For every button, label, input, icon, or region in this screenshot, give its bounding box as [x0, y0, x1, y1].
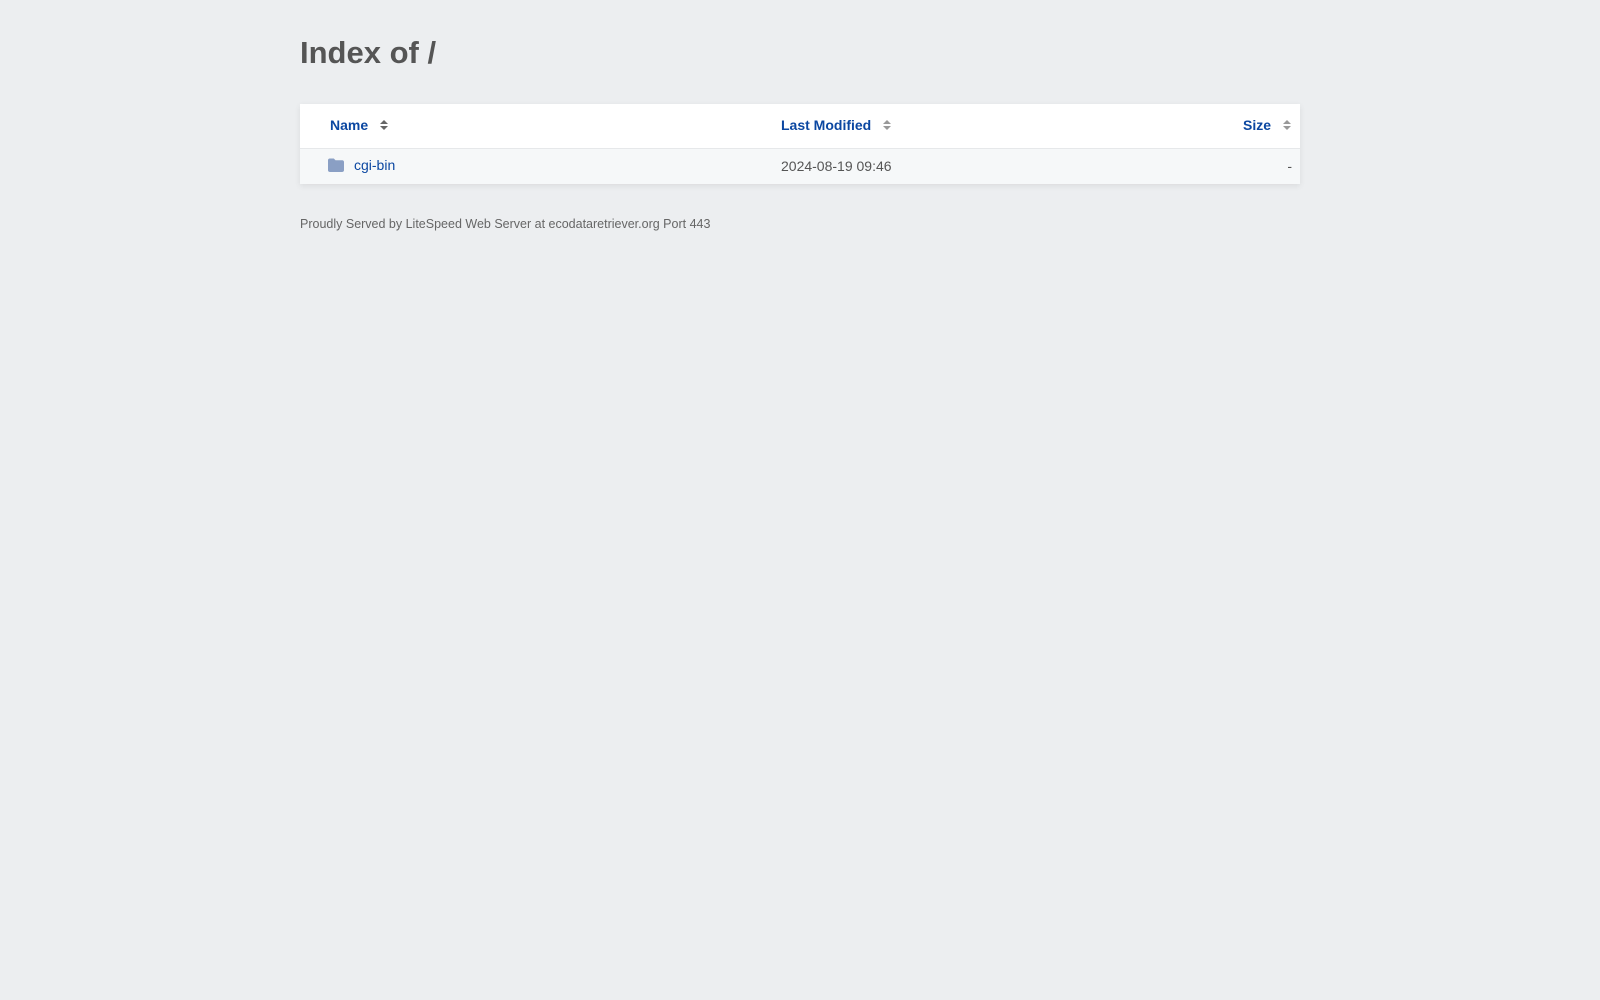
item-last-modified: 2024-08-19 09:46: [781, 157, 892, 174]
table-row: cgi-bin 2024-08-19 09:46 -: [300, 149, 1300, 184]
sort-icon: [380, 120, 389, 130]
cgi-bin-link[interactable]: cgi-bin: [328, 156, 396, 173]
directory-listing: Name Last Modified Size cgi-bin 2024-08-…: [300, 104, 1300, 184]
sort-by-name-link[interactable]: Name: [330, 117, 389, 133]
folder-icon: [328, 158, 344, 172]
item-size: -: [1287, 157, 1292, 174]
server-footer: Proudly Served by LiteSpeed Web Server a…: [300, 217, 711, 231]
page-title: Index of /: [300, 35, 437, 70]
sort-by-size-link[interactable]: Size: [1243, 117, 1292, 133]
column-last-modified-label: Last Modified: [781, 117, 872, 133]
sort-icon: [883, 120, 892, 130]
sort-icon: [1283, 120, 1291, 130]
column-size-label: Size: [1242, 117, 1271, 133]
column-name-label: Name: [330, 117, 369, 133]
item-name: cgi-bin: [354, 156, 396, 173]
sort-by-last-modified-link[interactable]: Last Modified: [781, 117, 892, 133]
table-header: Name Last Modified Size: [300, 104, 1300, 149]
page-container: Index of / Name Last Modified Size cgi-b…: [300, 0, 1300, 231]
